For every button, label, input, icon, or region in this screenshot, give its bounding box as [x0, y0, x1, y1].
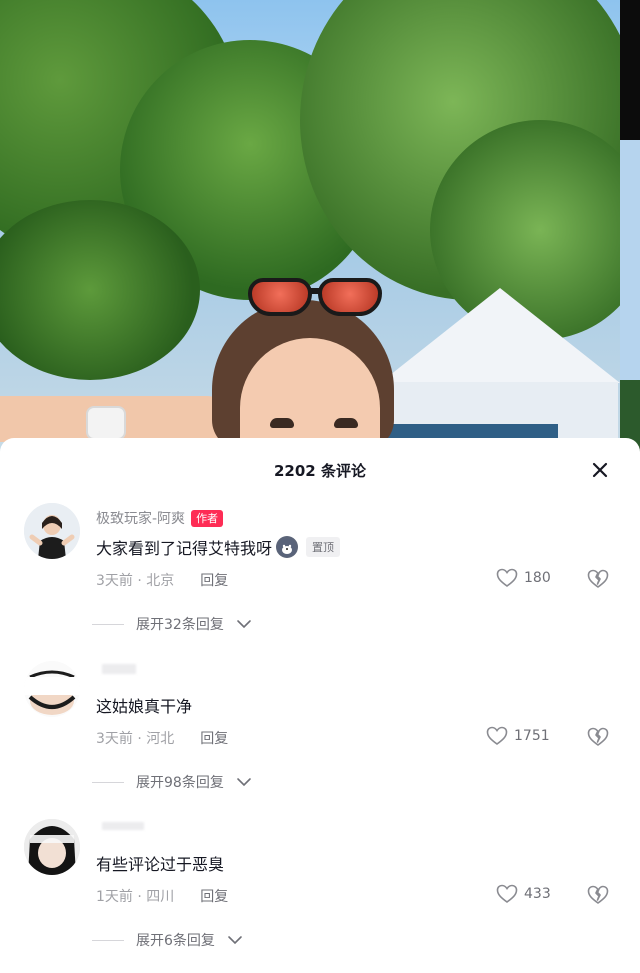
avatar-image: [24, 819, 80, 875]
eye: [270, 418, 294, 428]
watch: [86, 406, 126, 440]
blurred-username: [102, 664, 136, 674]
comment-username[interactable]: [96, 664, 136, 674]
expand-replies-label: 展开32条回复: [136, 617, 224, 633]
comment-username[interactable]: 极致玩家-阿爽 作者: [96, 508, 224, 528]
comment-item: 这姑娘真干净 3天前 · 河北 回复 1751 展开98条回复: [0, 658, 640, 816]
avatar-image: [24, 503, 80, 559]
sunglasses-lens: [318, 278, 382, 316]
comment-item: 有些评论过于恶臭 1天前 · 四川 回复 433 展开6条回复: [0, 816, 640, 973]
divider-line: [92, 781, 124, 783]
comment-meta: 1天前 · 四川 回复: [96, 886, 228, 906]
like-button[interactable]: 1751: [486, 726, 550, 746]
expand-replies-label: 展开6条回复: [136, 933, 215, 949]
broken-heart-icon: [587, 727, 609, 746]
chevron-down-icon: [228, 936, 242, 945]
like-count: 1751: [514, 728, 550, 744]
broken-heart-icon: [587, 885, 609, 904]
reply-button[interactable]: 回复: [200, 570, 228, 590]
avatar[interactable]: [24, 819, 80, 875]
heart-icon: [496, 884, 518, 903]
chevron-down-icon: [237, 778, 251, 787]
comment-time-location: 3天前 · 河北: [96, 731, 175, 747]
dislike-button[interactable]: [586, 885, 610, 907]
expand-replies-button[interactable]: 展开6条回复: [92, 930, 243, 950]
reply-button[interactable]: 回复: [200, 886, 228, 906]
comment-meta: 3天前 · 河北 回复: [96, 728, 228, 748]
broken-heart-icon: [587, 569, 609, 588]
comments-panel: 2202 条评论 极致玩家-阿爽 作者 大家看到了记得艾特我呀 置顶 3天前 ·…: [0, 438, 640, 973]
comment-text-content: 有些评论过于恶臭: [96, 855, 225, 874]
sunglasses-lens: [248, 278, 312, 316]
blurred-username: [102, 822, 144, 830]
comment-text-content: 大家看到了记得艾特我呀: [96, 539, 273, 558]
avatar[interactable]: [24, 661, 80, 717]
divider-line: [92, 939, 124, 941]
comment-text[interactable]: 大家看到了记得艾特我呀 置顶: [96, 535, 341, 559]
reply-button[interactable]: 回复: [200, 728, 228, 748]
dog-emoji-icon: [276, 536, 299, 558]
screen: 2202 条评论 极致玩家-阿爽 作者 大家看到了记得艾特我呀 置顶 3天前 ·…: [0, 0, 640, 973]
eye: [334, 418, 358, 428]
avatar-image: [24, 661, 80, 717]
comment-text[interactable]: 有些评论过于恶臭: [96, 851, 224, 875]
comments-count-title: 2202 条评论: [274, 462, 366, 480]
comment-text-content: 这姑娘真干净: [96, 697, 193, 716]
divider-line: [92, 623, 124, 625]
comment-item: 极致玩家-阿爽 作者 大家看到了记得艾特我呀 置顶 3天前 · 北京 回复 18…: [0, 500, 640, 658]
tent-roof: [380, 288, 620, 383]
comment-text[interactable]: 这姑娘真干净: [96, 693, 192, 717]
dislike-button[interactable]: [586, 569, 610, 591]
like-button[interactable]: 433: [496, 884, 551, 904]
heart-icon: [486, 726, 508, 745]
comment-meta: 3天前 · 北京 回复: [96, 570, 228, 590]
pinned-badge: 置顶: [306, 537, 341, 557]
comment-time-location: 3天前 · 北京: [96, 573, 175, 589]
comments-header: 2202 条评论: [0, 438, 640, 500]
close-icon: [592, 462, 608, 478]
next-video-edge: [620, 0, 640, 460]
like-button[interactable]: 180: [496, 568, 551, 588]
chevron-down-icon: [237, 620, 251, 629]
sunglasses: [248, 278, 382, 320]
expand-replies-button[interactable]: 展开98条回复: [92, 772, 252, 792]
username-text[interactable]: 极致玩家-阿爽: [96, 508, 185, 528]
expand-replies-label: 展开98条回复: [136, 775, 224, 791]
video-player[interactable]: [0, 0, 640, 460]
avatar[interactable]: [24, 503, 80, 559]
comment-time-location: 1天前 · 四川: [96, 889, 175, 905]
expand-replies-button[interactable]: 展开32条回复: [92, 614, 252, 634]
like-count: 433: [524, 886, 551, 902]
heart-icon: [496, 568, 518, 587]
comment-username[interactable]: [96, 822, 144, 830]
like-count: 180: [524, 570, 551, 586]
dislike-button[interactable]: [586, 727, 610, 749]
author-badge: 作者: [191, 509, 224, 527]
close-button[interactable]: [586, 456, 614, 484]
